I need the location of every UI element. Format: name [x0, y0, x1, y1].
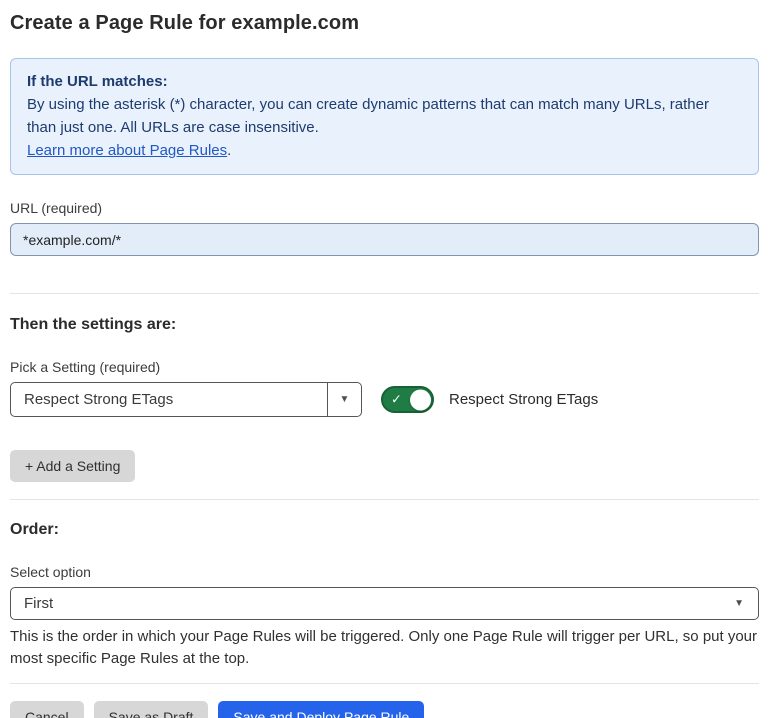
pick-setting-label: Pick a Setting (required) [10, 359, 759, 375]
order-select-value: First [11, 588, 734, 619]
toggle-label: Respect Strong ETags [449, 391, 598, 408]
info-box-heading: If the URL matches: [27, 70, 742, 93]
page-title: Create a Page Rule for example.com [10, 12, 759, 35]
divider [10, 683, 759, 684]
url-field-label: URL (required) [10, 200, 759, 216]
setting-select-value: Respect Strong ETags [11, 383, 327, 416]
setting-select[interactable]: Respect Strong ETags ▼ [10, 382, 362, 417]
divider [10, 293, 759, 294]
save-draft-button[interactable]: Save as Draft [94, 701, 209, 718]
info-box-body: By using the asterisk (*) character, you… [27, 93, 742, 139]
divider [10, 499, 759, 500]
page-container: Create a Page Rule for example.com If th… [0, 0, 769, 718]
setting-select-caret-button[interactable]: ▼ [327, 383, 361, 416]
actions-row: Cancel Save as Draft Save and Deploy Pag… [10, 701, 759, 718]
order-select-caret: ▼ [734, 588, 758, 619]
toggle-knob [410, 389, 431, 410]
order-section-heading: Order: [10, 521, 759, 539]
setting-toggle[interactable]: ✓ [381, 386, 434, 413]
chevron-down-icon: ▼ [734, 599, 744, 609]
settings-section-heading: Then the settings are: [10, 316, 759, 334]
setting-row: Respect Strong ETags ▼ ✓ Respect Strong … [10, 382, 759, 417]
chevron-down-icon: ▼ [340, 395, 350, 405]
order-help-text: This is the order in which your Page Rul… [10, 626, 759, 670]
order-select-label: Select option [10, 564, 759, 580]
learn-more-link[interactable]: Learn more about Page Rules [27, 142, 227, 159]
url-match-info-box: If the URL matches: By using the asteris… [10, 58, 759, 175]
cancel-button[interactable]: Cancel [10, 701, 84, 718]
link-suffix: . [227, 142, 231, 159]
order-select[interactable]: First ▼ [10, 587, 759, 620]
save-deploy-button[interactable]: Save and Deploy Page Rule [218, 701, 424, 718]
info-box-link-line: Learn more about Page Rules. [27, 139, 742, 162]
url-input[interactable] [10, 223, 759, 256]
checkmark-icon: ✓ [391, 391, 402, 407]
add-setting-button[interactable]: + Add a Setting [10, 450, 135, 482]
